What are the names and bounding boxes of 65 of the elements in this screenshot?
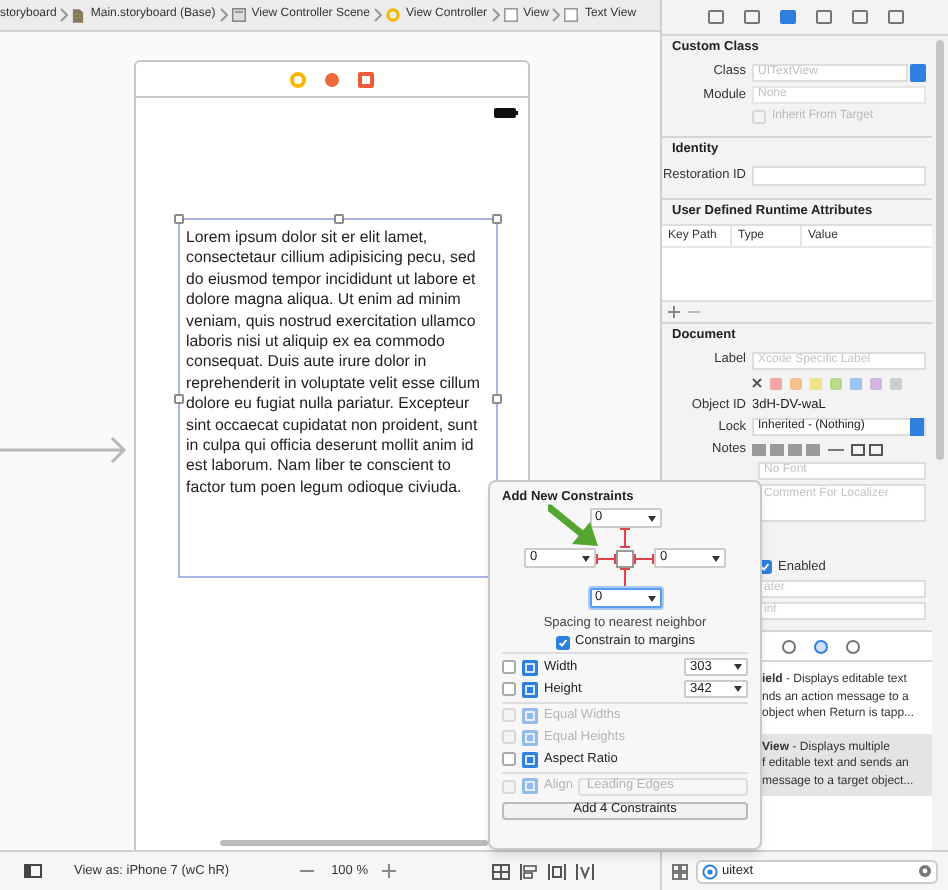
remove-icon[interactable] bbox=[688, 306, 700, 318]
color-swatch[interactable] bbox=[810, 377, 822, 389]
square-icon bbox=[503, 8, 518, 22]
caret-icon bbox=[582, 555, 590, 561]
caret-icon bbox=[647, 515, 655, 521]
caret-icon bbox=[734, 686, 742, 692]
stack-icon[interactable] bbox=[492, 863, 510, 879]
dropdown-button[interactable] bbox=[910, 63, 926, 81]
resize-handle[interactable] bbox=[174, 394, 184, 404]
resize-handle[interactable] bbox=[492, 214, 502, 224]
clear-icon[interactable] bbox=[752, 378, 762, 388]
filter-icon bbox=[702, 863, 718, 879]
minus-icon[interactable] bbox=[299, 864, 314, 878]
caret-icon bbox=[712, 555, 720, 561]
color-swatch[interactable] bbox=[850, 377, 862, 389]
entry-arrow bbox=[0, 436, 128, 464]
inspector-tab[interactable] bbox=[887, 10, 903, 24]
vertical-scrollbar[interactable] bbox=[936, 40, 944, 460]
square-icon bbox=[564, 8, 579, 22]
inspector-tab[interactable] bbox=[851, 10, 867, 24]
resize-handle[interactable] bbox=[334, 214, 344, 224]
color-swatch[interactable] bbox=[770, 377, 782, 389]
scene-icon bbox=[231, 8, 246, 22]
library-tab[interactable] bbox=[846, 639, 860, 653]
add-icon[interactable] bbox=[668, 306, 680, 318]
sidebar-icon[interactable] bbox=[24, 864, 42, 878]
chevron-icon bbox=[373, 8, 382, 22]
checkbox[interactable] bbox=[502, 752, 516, 766]
strut-icon bbox=[634, 553, 654, 563]
library-tab[interactable] bbox=[782, 639, 796, 653]
annotation-arrow bbox=[548, 504, 600, 548]
horizontal-scrollbar[interactable] bbox=[220, 840, 488, 846]
circle-icon bbox=[385, 8, 400, 22]
plus-icon[interactable] bbox=[382, 864, 396, 878]
inspector-tab[interactable] bbox=[815, 10, 831, 24]
color-swatch[interactable] bbox=[790, 377, 802, 389]
strut-icon bbox=[620, 568, 630, 588]
pin-icon[interactable] bbox=[548, 863, 566, 879]
chevron-icon bbox=[219, 8, 228, 22]
inspector-tab[interactable] bbox=[743, 10, 759, 24]
document-icon bbox=[72, 7, 85, 23]
chevron-icon bbox=[60, 8, 69, 22]
inspector-tab[interactable] bbox=[779, 10, 795, 24]
grid-icon[interactable] bbox=[672, 863, 688, 879]
library-tab[interactable] bbox=[814, 639, 828, 653]
strut-icon bbox=[620, 528, 630, 548]
circle-icon bbox=[290, 71, 306, 87]
resolve-icon[interactable] bbox=[576, 863, 594, 879]
checkbox[interactable] bbox=[555, 635, 569, 649]
chevron-icon bbox=[552, 8, 561, 22]
inspector-tab[interactable] bbox=[707, 10, 723, 24]
align-icon[interactable] bbox=[520, 863, 538, 879]
color-swatch[interactable] bbox=[870, 377, 882, 389]
battery-icon bbox=[494, 108, 518, 118]
chevron-icon bbox=[491, 8, 500, 22]
color-swatch[interactable] bbox=[890, 377, 902, 389]
resize-handle[interactable] bbox=[492, 394, 502, 404]
restoration-id-field[interactable] bbox=[752, 166, 926, 186]
caret-icon bbox=[647, 595, 655, 601]
view-square bbox=[616, 549, 634, 567]
checkbox[interactable] bbox=[502, 682, 516, 696]
resize-handle[interactable] bbox=[174, 214, 184, 224]
strut-icon bbox=[596, 553, 616, 563]
checkbox[interactable] bbox=[502, 660, 516, 674]
color-swatch[interactable] bbox=[830, 377, 842, 389]
